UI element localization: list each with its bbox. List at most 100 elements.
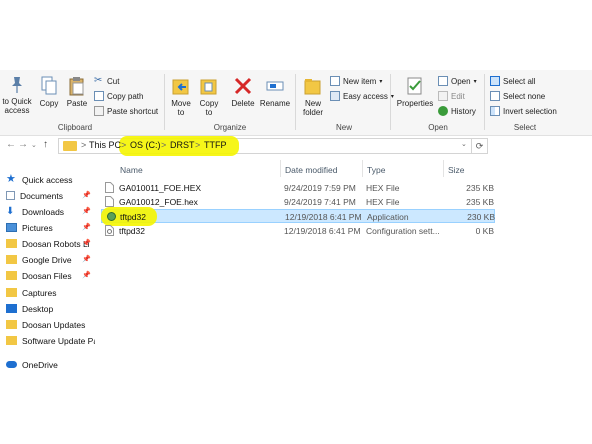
address-dropdown-icon[interactable]: ⌄ [461, 140, 467, 148]
properties-button[interactable]: Properties [395, 76, 435, 108]
file-size: 235 KB [466, 183, 494, 193]
ribbon: to Quick access Copy Paste ✂ Cut Copy pa… [0, 70, 592, 136]
group-divider [164, 74, 165, 130]
open-button[interactable]: Open ▾ [438, 76, 477, 86]
column-divider[interactable] [280, 160, 281, 177]
file-size: 230 KB [467, 212, 495, 222]
open-icon [438, 76, 448, 86]
scissors-icon: ✂ [94, 75, 103, 86]
easy-access-button[interactable]: Easy access ▾ [330, 91, 394, 101]
nav-item-label: Doosan Robots Li [22, 238, 90, 249]
nav-item-downloads[interactable]: ⬇ Downloads 📌 [0, 204, 95, 219]
nav-item-label: Documents [20, 190, 63, 201]
table-row[interactable]: GA010011_FOE.HEX 9/24/2019 7:59 PM HEX F… [101, 181, 495, 195]
folder-icon [6, 320, 17, 329]
open-group-label: Open [428, 123, 448, 132]
cut-button[interactable]: ✂ Cut [94, 76, 119, 86]
nav-item-label: Google Drive [22, 254, 72, 265]
breadcrumb-os-c[interactable]: OS (C:) [130, 140, 161, 150]
column-divider[interactable] [362, 160, 363, 177]
crumb-separator: > [195, 140, 201, 150]
crumb-separator: > [161, 140, 167, 150]
copy-button[interactable]: Copy [36, 76, 62, 108]
nav-item-desktop[interactable]: Desktop [0, 301, 95, 316]
column-header-size[interactable]: Size [448, 165, 465, 175]
nav-item-doosan-files[interactable]: Doosan Files 📌 [0, 268, 95, 283]
nav-item-software-update[interactable]: Software Update Pa [0, 333, 95, 348]
back-arrow-icon[interactable]: ← [6, 139, 16, 150]
delete-label: Delete [231, 99, 255, 108]
history-button[interactable]: History [438, 106, 476, 116]
select-none-icon [490, 91, 500, 101]
copy-icon [41, 76, 57, 95]
table-row[interactable]: GA010012_FOE.hex 9/24/2019 7:41 PM HEX F… [101, 195, 495, 209]
file-name: tftpd32 [120, 212, 146, 222]
recent-dropdown-icon[interactable]: ⌄ [31, 141, 37, 149]
column-header-type[interactable]: Type [367, 165, 385, 175]
new-folder-label: New folder [302, 99, 323, 117]
nav-item-captures[interactable]: Captures [0, 285, 95, 300]
breadcrumb-drst[interactable]: DRST [170, 140, 195, 150]
pin-icon: 📌 [82, 240, 91, 247]
table-row[interactable]: tftpd32 12/19/2018 6:41 PM Configuration… [101, 224, 495, 238]
open-label: Open [451, 76, 471, 86]
file-icon [105, 182, 114, 193]
select-all-label: Select all [503, 76, 536, 86]
paste-button[interactable]: Paste [64, 76, 90, 108]
nav-item-onedrive[interactable]: OneDrive [0, 357, 95, 372]
move-to-button[interactable]: Move to [168, 76, 194, 117]
dropdown-arrow-icon: ▾ [379, 78, 383, 85]
delete-button[interactable]: Delete [230, 76, 256, 108]
pin-icon: 📌 [82, 224, 91, 231]
nav-item-label: Captures [22, 287, 57, 298]
application-icon [107, 212, 116, 221]
up-arrow-icon[interactable]: ↑ [43, 139, 48, 150]
copy-to-button[interactable]: Copy to [196, 76, 222, 117]
paste-shortcut-button[interactable]: Paste shortcut [94, 106, 158, 116]
edit-label: Edit [451, 91, 465, 101]
easy-access-icon [330, 91, 340, 101]
select-none-button[interactable]: Select none [490, 91, 545, 101]
table-row-selected[interactable]: tftpd32 12/19/2018 6:41 PM Application 2… [101, 207, 495, 226]
nav-item-quick-access[interactable]: ★ Quick access [0, 172, 95, 187]
nav-item-doosan-updates[interactable]: Doosan Updates [0, 317, 95, 332]
dropdown-arrow-icon: ▾ [390, 93, 394, 100]
invert-selection-button[interactable]: Invert selection [490, 106, 557, 116]
file-name: tftpd32 [119, 226, 145, 236]
column-divider[interactable] [443, 160, 444, 177]
move-to-icon [172, 79, 189, 95]
nav-item-pictures[interactable]: Pictures 📌 [0, 220, 95, 235]
rename-button[interactable]: Rename [259, 76, 291, 108]
delete-x-icon [234, 77, 252, 95]
column-header-date-modified[interactable]: Date modified [285, 165, 337, 175]
nav-item-label: Pictures [22, 222, 53, 233]
refresh-button[interactable]: ⟳ [472, 138, 488, 154]
breadcrumb-ttfp[interactable]: TTFP [204, 140, 227, 150]
nav-item-documents[interactable]: Documents 📌 [0, 188, 95, 203]
copy-to-icon [200, 79, 217, 95]
new-item-button[interactable]: New item ▾ [330, 76, 382, 86]
rename-label: Rename [259, 99, 291, 108]
pin-to-quick-access-button[interactable]: to Quick access [0, 76, 34, 115]
file-date: 12/19/2018 6:41 PM [284, 226, 361, 236]
nav-item-label: Downloads [22, 206, 65, 217]
column-header-name[interactable]: Name [120, 165, 143, 175]
pin-icon: 📌 [82, 272, 91, 279]
folder-icon [63, 141, 77, 151]
nav-item-google-drive[interactable]: Google Drive 📌 [0, 252, 95, 267]
copy-path-button[interactable]: Copy path [94, 91, 143, 101]
select-all-button[interactable]: Select all [490, 76, 535, 86]
edit-button[interactable]: Edit [438, 91, 465, 101]
properties-icon [407, 77, 422, 95]
file-date: 9/24/2019 7:59 PM [284, 183, 356, 193]
navigation-pane: ★ Quick access Documents 📌 ⬇ Downloads 📌… [0, 166, 95, 376]
history-icon [438, 106, 448, 116]
config-file-icon [105, 225, 114, 236]
address-bar[interactable]: > This PC > OS (C:) > DRST > TTFP ⌄ [58, 136, 472, 156]
nav-item-doosan-robots[interactable]: Doosan Robots Li 📌 [0, 236, 95, 251]
star-icon: ★ [6, 173, 16, 185]
breadcrumb-this-pc[interactable]: This PC [89, 140, 121, 150]
documents-icon [6, 191, 15, 200]
forward-arrow-icon[interactable]: → [18, 139, 28, 150]
new-folder-button[interactable]: New folder [299, 76, 327, 117]
